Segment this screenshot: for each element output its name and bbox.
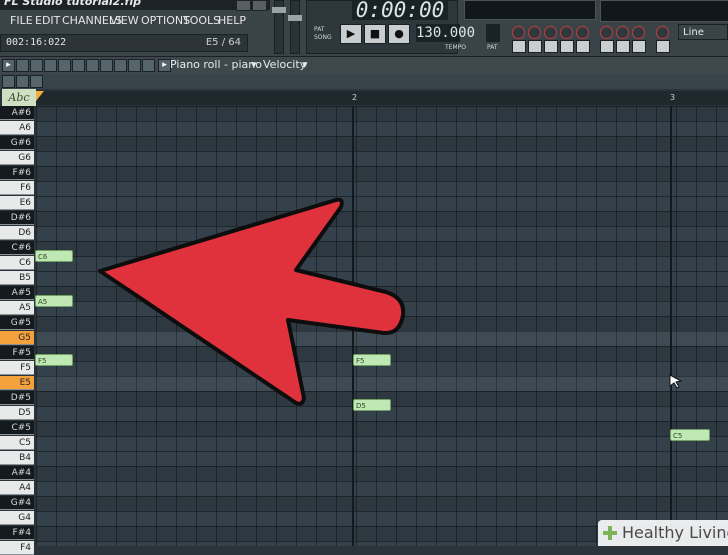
mouse-cursor-icon <box>669 374 683 389</box>
watermark-text: Healthy Living <box>622 523 728 542</box>
red-pointer-arrow-icon <box>98 197 406 406</box>
health-cross-icon <box>603 526 617 540</box>
watermark: Healthy Living <box>598 520 728 546</box>
